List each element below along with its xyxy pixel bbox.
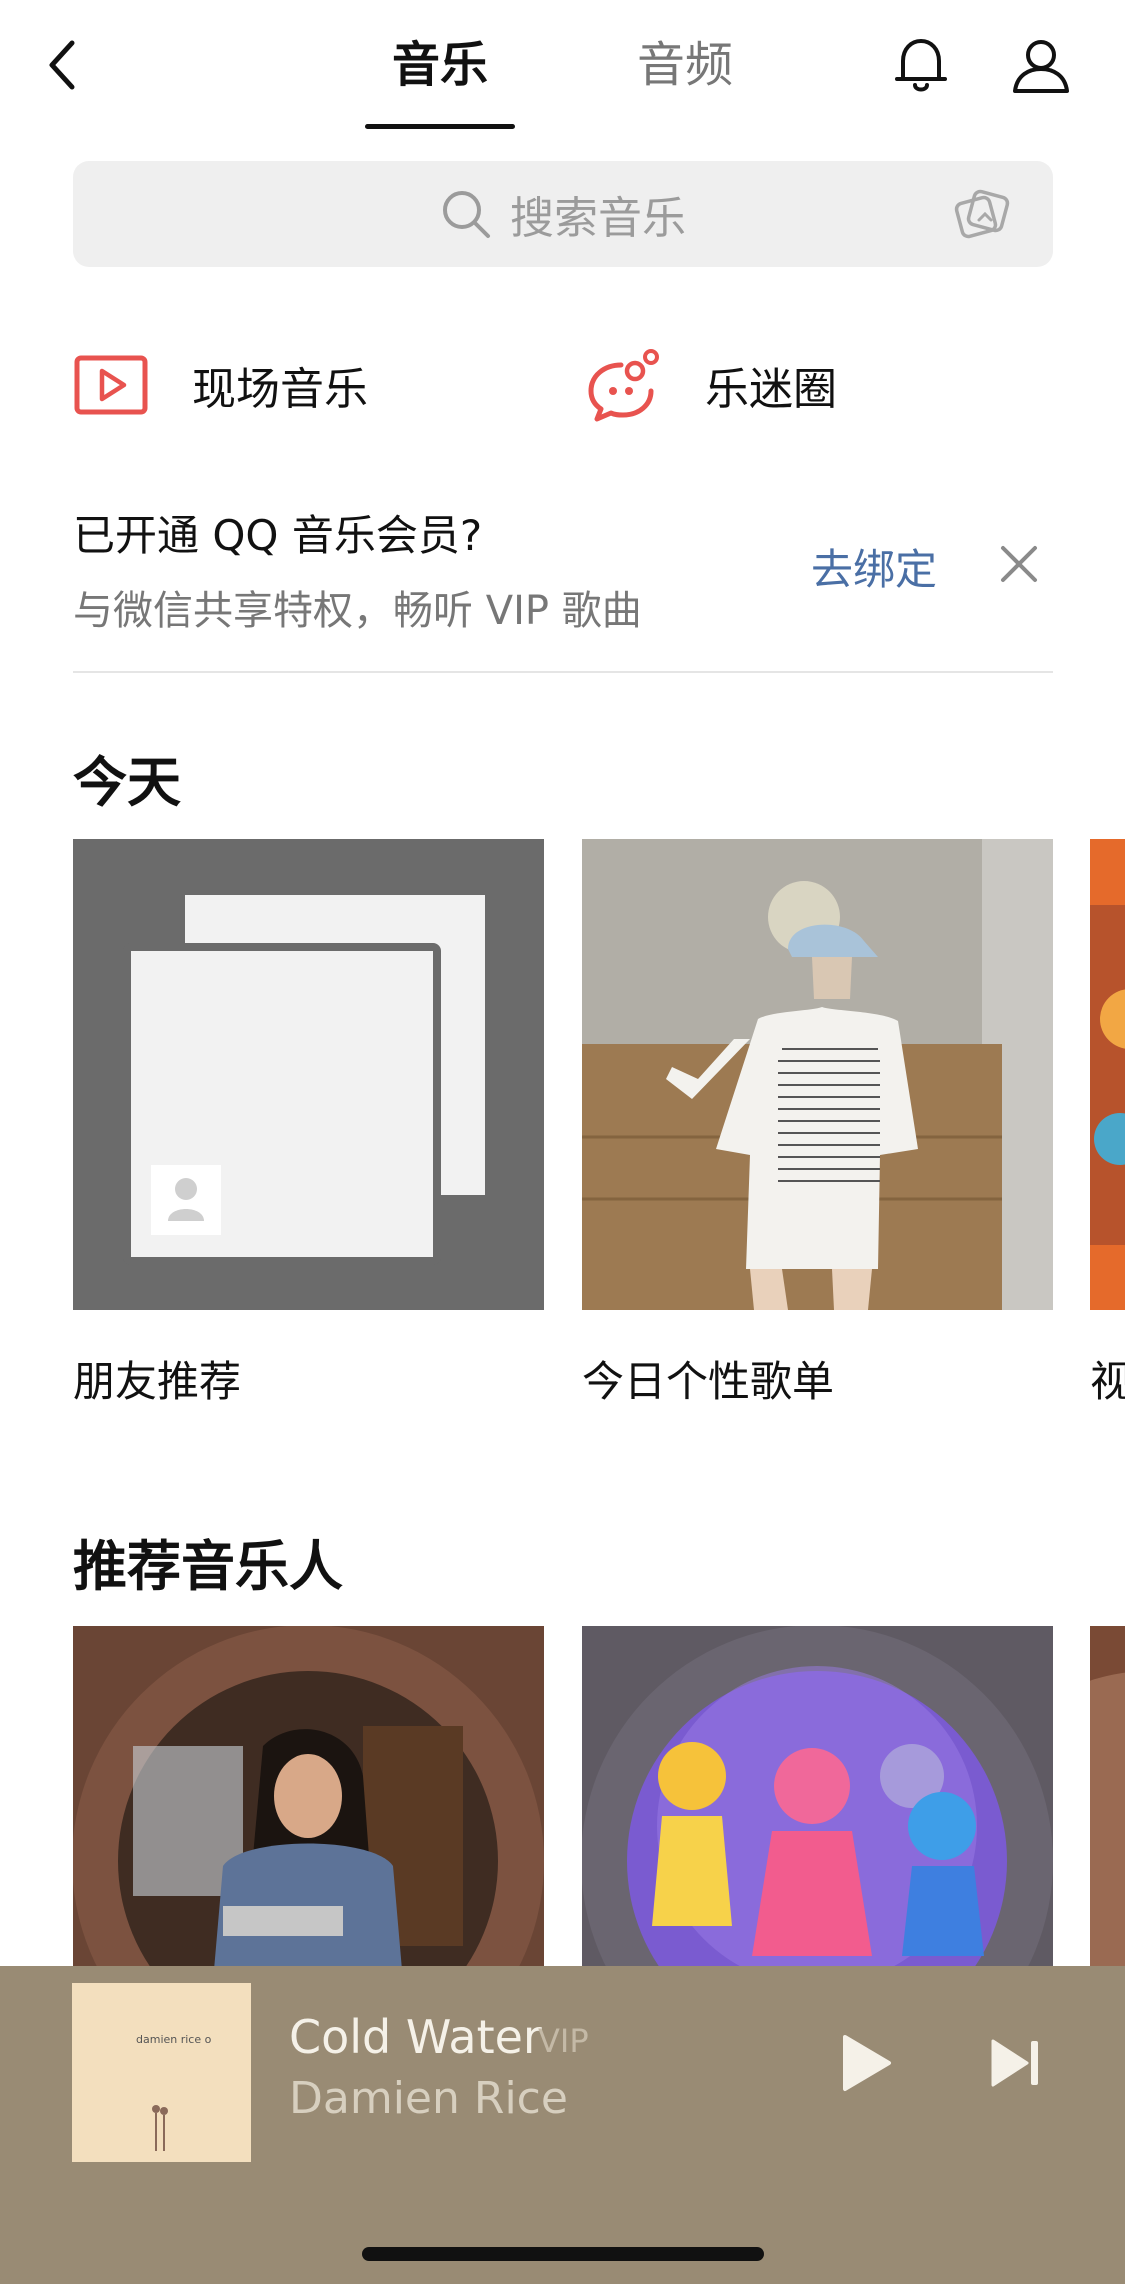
mini-player[interactable]: damien rice o Cold Water VIP Damien Rice (0, 1966, 1125, 2284)
fan-circle-label: 乐迷圈 (705, 364, 837, 415)
home-indicator (362, 2247, 764, 2261)
back-icon (49, 40, 75, 90)
active-tab-indicator (365, 124, 515, 129)
search-placeholder: 搜索音乐 (510, 193, 686, 244)
vip-binding-banner: 已开通 QQ 音乐会员? 与微信共享特权，畅听 VIP 歌曲 去绑定 (73, 488, 1053, 672)
card-label: 朋友推荐 (73, 1357, 242, 1406)
user-icon (1013, 40, 1069, 93)
chat-bubble-icon (588, 349, 659, 422)
daily-playlist-card[interactable] (582, 839, 1053, 1310)
tab-music[interactable]: 音乐 (365, 30, 515, 100)
play-icon (843, 2035, 891, 2091)
live-music-link[interactable]: 现场音乐 (74, 340, 368, 430)
live-music-label: 现场音乐 (192, 364, 368, 415)
daily-playlist-cover-image (582, 839, 1053, 1310)
play-button[interactable] (830, 2028, 900, 2098)
scan-icon (954, 189, 1010, 239)
banner-title: 已开通 QQ 音乐会员? (73, 511, 483, 560)
bind-button[interactable]: 去绑定 (811, 536, 937, 597)
top-bar: 音乐 音频 (0, 0, 1125, 140)
vip-badge: VIP (538, 2022, 589, 2060)
close-icon (1001, 546, 1037, 582)
banner-subtitle: 与微信共享特权，畅听 VIP 歌曲 (73, 588, 642, 634)
artist-name: Damien Rice (289, 2073, 568, 2124)
next-button[interactable] (980, 2028, 1050, 2098)
search-bar[interactable]: 搜索音乐 (73, 161, 1053, 267)
banner-close-button[interactable] (991, 536, 1047, 592)
album-cover[interactable]: damien rice o (72, 1983, 251, 2162)
section-title-today: 今天 (73, 751, 181, 814)
back-button[interactable] (36, 30, 92, 100)
song-recognition-button[interactable] (951, 184, 1013, 246)
video-card[interactable] (1090, 839, 1125, 1310)
album-art-figure (152, 2105, 168, 2151)
video-play-icon (74, 355, 148, 415)
friends-recommend-card[interactable] (73, 839, 544, 1310)
video-cover-image (1090, 839, 1125, 1310)
card-label: 今日个性歌单 (582, 1357, 835, 1406)
profile-button[interactable] (1006, 30, 1076, 100)
skip-next-icon (991, 2039, 1038, 2087)
song-title: Cold Water (289, 2010, 542, 2064)
card-label: 视 (1090, 1357, 1125, 1406)
bell-icon (895, 39, 947, 92)
fan-circle-link[interactable]: 乐迷圈 (585, 340, 837, 430)
divider (73, 671, 1053, 673)
stacked-photos-icon (123, 895, 485, 1265)
tab-audio[interactable]: 音频 (610, 30, 760, 100)
section-title-artists: 推荐音乐人 (73, 1535, 343, 1598)
search-icon (443, 191, 490, 238)
notifications-button[interactable] (886, 30, 956, 100)
